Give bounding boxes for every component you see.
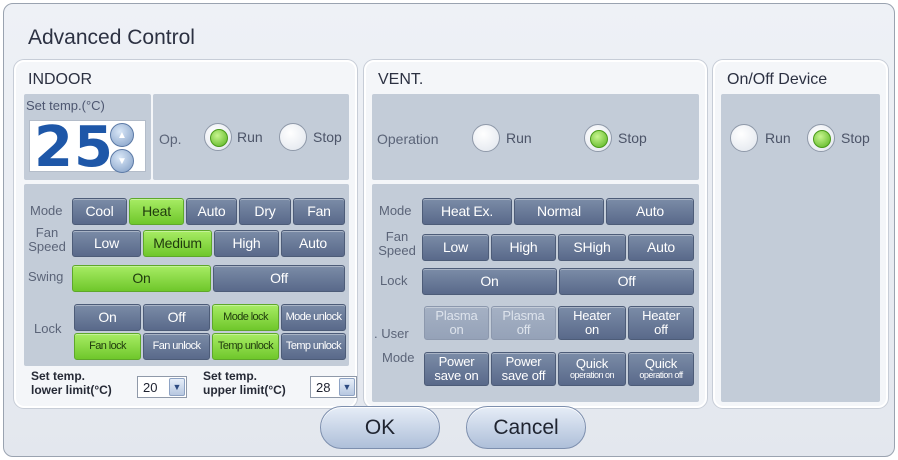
vent-user-mode-label: . User Mode [374,326,415,365]
ok-button[interactable]: OK [320,406,440,449]
onoff-stop-radio[interactable] [807,124,835,152]
vent-fan-shigh-button[interactable]: SHigh [558,234,626,261]
vent-fan-low-button[interactable]: Low [422,234,489,261]
cancel-button[interactable]: Cancel [466,406,586,449]
indoor-lock-label: Lock [34,321,62,336]
mode-dry-button[interactable]: Dry [239,198,291,225]
advanced-control-dialog: Advanced Control INDOOR Set temp.(°C) 25… [3,3,895,457]
indoor-fan-speed-label: Fan Speed [28,225,66,254]
temp-up-button[interactable]: ▲ [110,123,134,147]
indoor-stop-label: Stop [313,129,342,145]
lock-off-button[interactable]: Off [143,304,210,331]
fan-high-button[interactable]: High [214,230,279,257]
onoff-stop-label: Stop [841,130,870,146]
indoor-mode-label: Mode [30,203,63,218]
vent-mode-heatex-button[interactable]: Heat Ex. [422,198,512,225]
plasma-off-button[interactable]: Plasma off [491,306,556,340]
indoor-run-label: Run [237,129,263,145]
lower-limit-value: 20 [143,379,158,395]
plasma-on-button[interactable]: Plasma on [424,306,489,340]
chevron-down-icon: ▼ [339,378,355,396]
onoff-title: On/Off Device [727,71,828,88]
vent-lock-off-button[interactable]: Off [559,268,694,295]
lock-on-button[interactable]: On [74,304,141,331]
indoor-swing-label: Swing [28,269,64,284]
mode-lock-button[interactable]: Mode lock [212,304,279,331]
mode-fan-button[interactable]: Fan [293,198,345,225]
fan-medium-button[interactable]: Medium [143,230,212,257]
vent-stop-label: Stop [618,130,647,146]
heater-on-button[interactable]: Heater on [558,306,626,340]
set-temp-label: Set temp.(°C) [26,98,105,113]
vent-mode-normal-button[interactable]: Normal [514,198,604,225]
upper-limit-label: Set temp. upper limit(°C) [203,369,286,397]
indoor-run-radio[interactable] [204,123,232,151]
power-save-on-button[interactable]: Power save on [424,352,489,386]
fan-unlock-button[interactable]: Fan unlock [143,333,210,360]
onoff-run-radio[interactable] [730,124,758,152]
vent-lock-on-button[interactable]: On [422,268,557,295]
vent-run-label: Run [506,130,532,146]
mode-auto-button[interactable]: Auto [186,198,237,225]
set-temp-value: 25 [34,115,114,180]
vent-mode-auto-button[interactable]: Auto [606,198,694,225]
vent-lock-label: Lock [380,273,408,288]
lower-limit-select[interactable]: 20 ▼ [137,376,187,398]
vent-operation-label: Operation [377,131,439,147]
indoor-title: INDOOR [28,71,92,88]
fan-low-button[interactable]: Low [72,230,141,257]
temp-down-button[interactable]: ▼ [110,149,134,173]
temp-unlock-button[interactable]: Temp unlock [281,333,346,360]
vent-stop-radio[interactable] [584,124,612,152]
vent-fan-auto-button[interactable]: Auto [628,234,694,261]
temp-unlock-green-button[interactable]: Temp unlock [212,333,279,360]
power-save-off-button[interactable]: Power save off [491,352,556,386]
vent-title: VENT. [378,71,424,88]
swing-off-button[interactable]: Off [213,265,345,292]
indoor-stop-radio[interactable] [279,123,307,151]
vent-fan-high-button[interactable]: High [491,234,556,261]
mode-heat-button[interactable]: Heat [129,198,184,225]
lower-limit-label: Set temp. lower limit(°C) [31,369,112,397]
chevron-down-icon: ▼ [169,378,185,396]
quick-operation-on-button[interactable]: Quick operation on [558,352,626,386]
quick-operation-off-button[interactable]: Quick operation off [628,352,694,386]
vent-fan-speed-label: Fan Speed [378,229,416,258]
upper-limit-value: 28 [316,379,331,395]
indoor-op-label: Op. [159,131,182,147]
heater-off-button[interactable]: Heater off [628,306,694,340]
swing-on-button[interactable]: On [72,265,211,292]
mode-unlock-button[interactable]: Mode unlock [281,304,346,331]
onoff-run-label: Run [765,130,791,146]
dialog-title: Advanced Control [28,26,195,49]
fan-lock-button[interactable]: Fan lock [74,333,141,360]
upper-limit-select[interactable]: 28 ▼ [310,376,357,398]
vent-run-radio[interactable] [472,124,500,152]
mode-cool-button[interactable]: Cool [72,198,127,225]
vent-mode-label: Mode [379,203,412,218]
fan-auto-button[interactable]: Auto [281,230,345,257]
